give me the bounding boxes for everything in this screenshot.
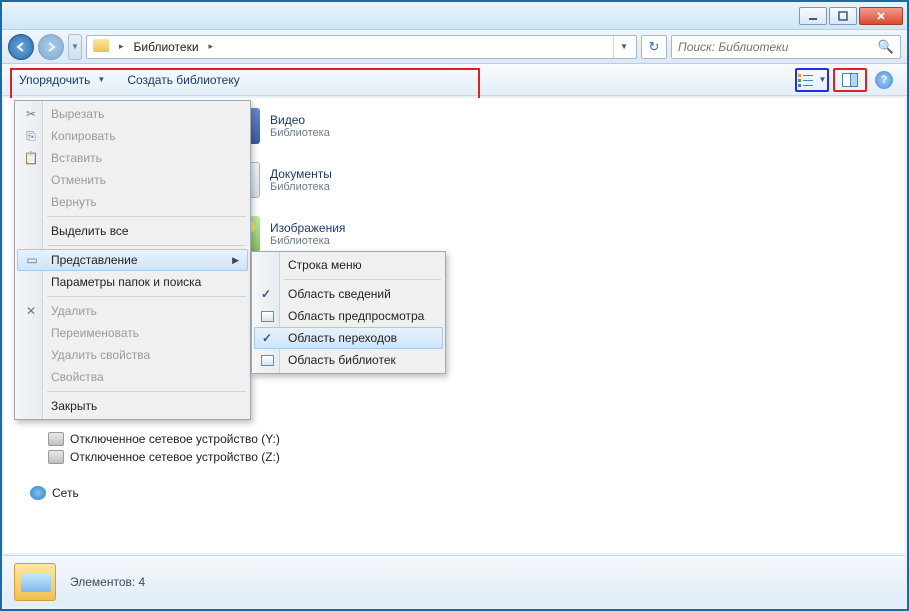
- breadcrumb-arrow-icon[interactable]: ▸: [205, 41, 218, 52]
- navigation-bar: ▼ ▸ Библиотеки ▸ ▼ ↻ 🔍: [2, 30, 907, 64]
- close-button[interactable]: [859, 7, 903, 25]
- tree-item-drive-z[interactable]: Отключенное сетевое устройство (Z:): [24, 448, 280, 466]
- check-icon: ✓: [262, 331, 272, 345]
- nav-pane-fragment: Отключенное сетевое устройство (Y:) Откл…: [24, 430, 280, 502]
- library-item-documents[interactable]: Документы Библиотека: [224, 162, 905, 198]
- submenu-item-details-pane[interactable]: ✓ Область сведений: [254, 283, 443, 305]
- menu-item-paste[interactable]: 📋 Вставить: [17, 147, 248, 169]
- help-button[interactable]: ?: [867, 68, 901, 92]
- view-list-icon: [798, 73, 814, 87]
- organize-menu: ✂ Вырезать ⎘ Копировать 📋 Вставить Отмен…: [14, 100, 251, 420]
- explorer-window: ▼ ▸ Библиотеки ▸ ▼ ↻ 🔍 Упорядочить ▼ Соз…: [0, 0, 909, 611]
- menu-item-redo[interactable]: Вернуть: [17, 191, 248, 213]
- organize-button[interactable]: Упорядочить ▼: [8, 68, 116, 92]
- library-type: Библиотека: [270, 127, 330, 139]
- new-library-label: Создать библиотеку: [127, 73, 239, 87]
- status-text: Элементов: 4: [70, 575, 145, 589]
- preview-pane-toggle[interactable]: [833, 68, 867, 92]
- libraries-folder-icon: [14, 563, 56, 601]
- menu-item-copy[interactable]: ⎘ Копировать: [17, 125, 248, 147]
- submenu-arrow-icon: ▶: [232, 255, 239, 266]
- copy-icon: ⎘: [23, 128, 39, 144]
- cut-icon: ✂: [23, 106, 39, 122]
- check-icon: ✓: [261, 287, 271, 301]
- back-button[interactable]: [8, 34, 34, 60]
- breadcrumb-arrow-icon[interactable]: ▸: [115, 41, 128, 52]
- help-icon: ?: [875, 71, 893, 89]
- library-type: Библиотека: [270, 181, 332, 193]
- title-bar: [2, 2, 907, 30]
- search-icon: 🔍: [878, 39, 894, 55]
- layout-icon: ▭: [24, 252, 40, 268]
- submenu-item-navigation-pane[interactable]: ✓ Область переходов: [254, 327, 443, 349]
- new-library-button[interactable]: Создать библиотеку: [116, 68, 250, 92]
- library-name: Документы: [270, 167, 332, 181]
- library-item-video[interactable]: Видео Библиотека: [224, 108, 905, 144]
- submenu-item-library-pane[interactable]: Область библиотек: [254, 349, 443, 371]
- submenu-item-preview-pane[interactable]: Область предпросмотра: [254, 305, 443, 327]
- chevron-down-icon: ▼: [97, 75, 105, 84]
- layout-submenu: Строка меню ✓ Область сведений Область п…: [251, 251, 446, 374]
- menu-item-rename[interactable]: Переименовать: [17, 322, 248, 344]
- preview-pane-icon: [842, 73, 858, 87]
- view-options-button[interactable]: ▼: [795, 68, 829, 92]
- command-bar: Упорядочить ▼ Создать библиотеку ▼ ?: [2, 64, 907, 96]
- library-name: Видео: [270, 113, 330, 127]
- paste-icon: 📋: [23, 150, 39, 166]
- address-dropdown[interactable]: ▼: [613, 36, 634, 58]
- network-drive-icon: [48, 450, 64, 464]
- network-icon: [30, 486, 46, 500]
- menu-item-properties[interactable]: Свойства: [17, 366, 248, 388]
- tree-item-drive-y[interactable]: Отключенное сетевое устройство (Y:): [24, 430, 280, 448]
- submenu-item-menu-bar[interactable]: Строка меню: [254, 254, 443, 276]
- menu-item-delete[interactable]: ✕ Удалить: [17, 300, 248, 322]
- menu-item-undo[interactable]: Отменить: [17, 169, 248, 191]
- library-type: Библиотека: [270, 235, 345, 247]
- delete-icon: ✕: [23, 303, 39, 319]
- location-icon: [93, 39, 111, 55]
- library-item-pictures[interactable]: Изображения Библиотека: [224, 216, 905, 252]
- tree-item-network[interactable]: Сеть: [24, 484, 280, 502]
- breadcrumb-segment[interactable]: Библиотеки: [128, 36, 205, 58]
- maximize-button[interactable]: [829, 7, 857, 25]
- library-name: Изображения: [270, 221, 345, 235]
- organize-label: Упорядочить: [19, 73, 90, 87]
- menu-item-cut[interactable]: ✂ Вырезать: [17, 103, 248, 125]
- chevron-down-icon: ▼: [819, 75, 827, 84]
- menu-item-layout[interactable]: ▭ Представление ▶: [17, 249, 248, 271]
- menu-item-folder-options[interactable]: Параметры папок и поиска: [17, 271, 248, 293]
- forward-button[interactable]: [38, 34, 64, 60]
- menu-item-remove-props[interactable]: Удалить свойства: [17, 344, 248, 366]
- details-pane: Элементов: 4: [4, 555, 905, 607]
- refresh-button[interactable]: ↻: [641, 35, 667, 59]
- search-input[interactable]: [678, 40, 878, 54]
- minimize-button[interactable]: [799, 7, 827, 25]
- pane-icon: [261, 355, 274, 366]
- address-bar[interactable]: ▸ Библиотеки ▸ ▼: [86, 35, 637, 59]
- network-drive-icon: [48, 432, 64, 446]
- history-dropdown[interactable]: ▼: [68, 34, 82, 60]
- search-box[interactable]: 🔍: [671, 35, 901, 59]
- pane-icon: [261, 311, 274, 322]
- menu-item-select-all[interactable]: Выделить все: [17, 220, 248, 242]
- menu-item-close[interactable]: Закрыть: [17, 395, 248, 417]
